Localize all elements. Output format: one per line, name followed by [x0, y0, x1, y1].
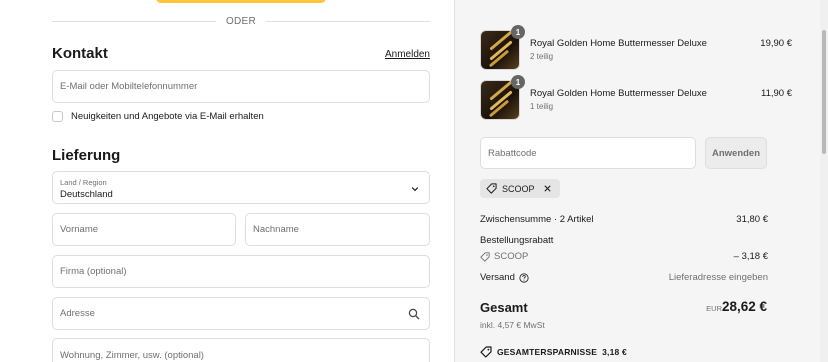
delivery-heading: Lieferung [52, 147, 121, 164]
product-variant: 1 teilig [530, 102, 554, 111]
order-summary: 1 Royal Golden Home Buttermesser Deluxe … [454, 0, 828, 362]
order-discount-label: Bestellungsrabatt [480, 235, 554, 246]
order-discount-row: Bestellungsrabatt [480, 235, 768, 246]
country-value: Deutschland [60, 189, 113, 200]
tax-note: inkl. 4,57 € MwSt [480, 320, 545, 330]
address-placeholder: Adresse [60, 308, 95, 319]
product-price: 19,90 € [760, 38, 792, 49]
help-icon[interactable] [519, 272, 529, 283]
discount-code-placeholder: Rabattcode [488, 148, 537, 159]
applied-code-text: SCOOP [502, 183, 535, 194]
shipping-label-group: Versand [480, 272, 529, 283]
scrollbar[interactable] [820, 0, 828, 362]
shipping-row: Versand Lieferadresse eingeben [480, 272, 768, 283]
newsletter-label: Neuigkeiten und Angebote via E-Mail erha… [71, 111, 264, 122]
tag-icon [486, 183, 497, 194]
last-name-field[interactable]: Nachname [245, 213, 430, 246]
apply-discount-button[interactable]: Anwenden [705, 137, 767, 169]
discount-code-text: SCOOP [494, 251, 529, 262]
quantity-badge: 1 [511, 75, 525, 89]
apartment-placeholder: Wohnung, Zimmer, usw. (optional) [60, 350, 204, 361]
product-name: Royal Golden Home Buttermesser Deluxe [530, 38, 707, 49]
country-label: Land / Region [60, 178, 107, 187]
checkout-form: ODER Kontakt Anmelden E-Mail oder Mobilt… [0, 0, 454, 362]
divider-line [266, 20, 430, 22]
shipping-label: Versand [480, 272, 515, 283]
tag-icon [480, 251, 490, 262]
close-icon[interactable] [543, 184, 552, 193]
total-value: 28,62 € [721, 299, 767, 314]
applied-discount-tag: SCOOP [480, 179, 560, 198]
country-select[interactable]: Land / Region Deutschland [52, 171, 430, 204]
shipping-value: Lieferadresse eingeben [668, 272, 768, 283]
product-variant: 2 teilig [530, 52, 554, 61]
company-placeholder: Firma (optional) [60, 266, 127, 277]
subtotal-label: Zwischensumme · 2 Artikel [480, 214, 594, 225]
first-name-placeholder: Vorname [60, 224, 99, 235]
apartment-field[interactable]: Wohnung, Zimmer, usw. (optional) [52, 338, 430, 362]
address-field[interactable]: Adresse [52, 297, 430, 330]
search-icon[interactable] [408, 308, 420, 320]
tag-icon [480, 346, 492, 358]
cart-item: 1 Royal Golden Home Buttermesser Deluxe … [480, 75, 792, 120]
or-divider: ODER [52, 14, 430, 28]
cart-item: 1 Royal Golden Home Buttermesser Deluxe … [480, 25, 792, 70]
subtotal-row: Zwischensumme · 2 Artikel 31,80 € [480, 214, 768, 225]
divider-line [52, 20, 216, 22]
savings-label: GESAMTERSPARNISSE [497, 347, 598, 357]
total-label: Gesamt [480, 300, 528, 315]
last-name-placeholder: Nachname [253, 224, 299, 235]
chevron-down-icon [411, 187, 419, 192]
contact-heading: Kontakt [52, 45, 108, 62]
product-name: Royal Golden Home Buttermesser Deluxe [530, 88, 707, 99]
email-placeholder: E-Mail oder Mobiltelefonnummer [60, 81, 198, 92]
first-name-field[interactable]: Vorname [52, 213, 236, 246]
scrollbar-thumb[interactable] [822, 30, 826, 154]
discount-code-row: SCOOP – 3,18 € [480, 251, 768, 265]
express-checkout-button[interactable] [156, 0, 326, 3]
newsletter-option[interactable]: Neuigkeiten und Angebote via E-Mail erha… [52, 111, 264, 122]
savings-value: 3,18 € [602, 347, 627, 357]
discount-code-input[interactable]: Rabattcode [480, 137, 696, 169]
total-savings: GESAMTERSPARNISSE 3,18 € [480, 346, 627, 358]
company-field[interactable]: Firma (optional) [52, 255, 430, 288]
product-price: 11,90 € [761, 88, 792, 99]
or-divider-text: ODER [225, 15, 257, 27]
discount-code-display: SCOOP [480, 251, 528, 262]
currency-code: EUR [706, 304, 722, 313]
newsletter-checkbox[interactable] [52, 111, 63, 122]
discount-value: – 3,18 € [733, 251, 768, 262]
quantity-badge: 1 [511, 25, 525, 39]
login-link[interactable]: Anmelden [385, 49, 430, 60]
subtotal-value: 31,80 € [736, 214, 768, 225]
email-field[interactable]: E-Mail oder Mobiltelefonnummer [52, 70, 430, 103]
